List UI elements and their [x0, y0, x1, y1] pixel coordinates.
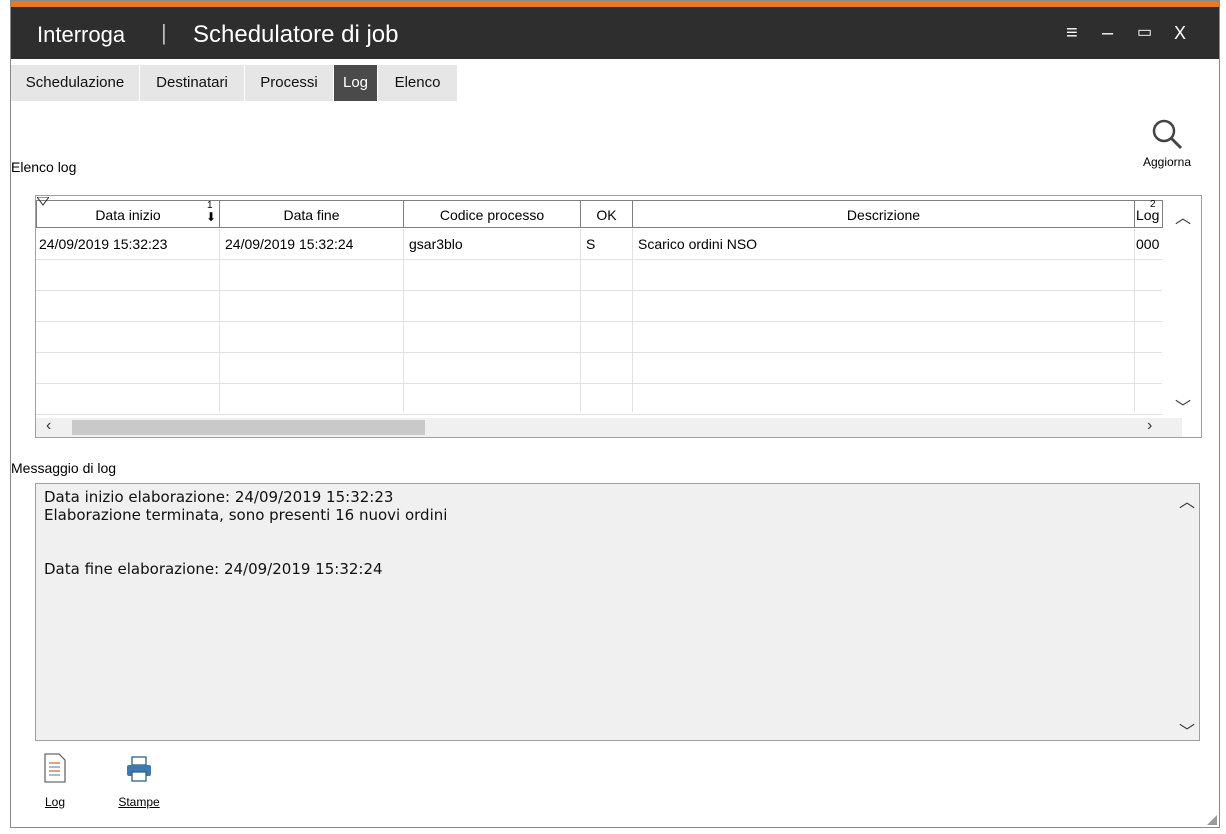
log-button[interactable]: Log — [35, 753, 75, 813]
column-header-codice-processo[interactable]: Codice processo — [403, 200, 581, 228]
sort-order-marker: 2 — [1150, 199, 1156, 210]
log-grid[interactable]: Data inizio 1 ⬇ Data fine Codice process… — [35, 195, 1202, 438]
filter-icon[interactable] — [37, 197, 49, 206]
stampe-button[interactable]: Stampe — [107, 753, 171, 813]
sort-arrow-icon: ⬇ — [206, 210, 217, 224]
column-header-log[interactable]: Log — [1134, 200, 1163, 228]
cell-data-fine: 24/09/2019 15:32:24 — [225, 236, 354, 252]
close-button[interactable]: X — [1174, 21, 1186, 45]
column-label: Data inizio — [95, 207, 161, 223]
maximize-button[interactable]: ▭ — [1137, 21, 1152, 45]
log-message-textarea[interactable]: Data inizio elaborazione: 24/09/2019 15:… — [35, 483, 1200, 741]
message-line: Data fine elaborazione: 24/09/2019 15:32… — [44, 560, 383, 578]
row-divider — [36, 414, 1162, 415]
resize-grip-icon[interactable] — [1207, 815, 1217, 825]
column-label: Codice processo — [439, 207, 545, 223]
table-row[interactable]: 24/09/2019 15:32:23 24/09/2019 15:32:24 … — [36, 229, 1163, 259]
column-label: Descrizione — [846, 207, 921, 223]
column-header-ok[interactable]: OK — [580, 200, 633, 228]
window-title: Schedulatore di job — [193, 21, 399, 48]
row-divider — [36, 290, 1162, 291]
scrollbar-thumb[interactable] — [72, 420, 425, 435]
scheduler-window: Interroga | Schedulatore di job ≡ – ▭ X … — [10, 0, 1220, 828]
scroll-up-icon[interactable]: ︿ — [1175, 204, 1191, 228]
cell-descrizione: Scarico ordini NSO — [638, 236, 758, 252]
row-divider — [36, 383, 1162, 384]
row-divider — [36, 321, 1162, 322]
tab-elenco[interactable]: Elenco — [378, 65, 457, 101]
scroll-down-icon[interactable]: ﹀ — [1179, 718, 1195, 742]
cell-ok: S — [586, 236, 596, 252]
refresh-button[interactable]: Aggiorna — [1127, 117, 1207, 177]
window-title-prefix: Interroga — [37, 22, 126, 47]
column-label: OK — [596, 207, 617, 223]
log-list-label: Elenco log — [11, 159, 77, 175]
title-bar: Interroga | Schedulatore di job ≡ – ▭ X — [11, 7, 1219, 59]
tab-schedulazione[interactable]: Schedulazione — [11, 65, 139, 101]
refresh-label: Aggiorna — [1142, 155, 1192, 169]
tab-log[interactable]: Log — [334, 65, 377, 101]
cell-codice-processo: gsar3blo — [409, 236, 463, 252]
scroll-down-icon[interactable]: ﹀ — [1175, 394, 1191, 418]
grid-vertical-scrollbar[interactable]: ︿ ﹀ — [1163, 196, 1200, 418]
document-icon — [44, 753, 66, 783]
cell-log: 000 — [1136, 236, 1160, 252]
search-icon — [1152, 119, 1183, 150]
grid-horizontal-scrollbar[interactable]: ‹ › — [36, 417, 1182, 437]
message-line: Data inizio elaborazione: 24/09/2019 15:… — [44, 488, 394, 506]
menu-icon[interactable]: ≡ — [1066, 21, 1078, 45]
stampe-button-label: Stampe — [118, 795, 160, 809]
message-line: Elaborazione terminata, sono presenti 16… — [44, 506, 448, 524]
scroll-up-icon[interactable]: ︿ — [1179, 488, 1195, 512]
column-header-descrizione[interactable]: Descrizione — [632, 200, 1135, 228]
row-divider — [36, 259, 1162, 260]
cell-data-inizio: 24/09/2019 15:32:23 — [39, 236, 168, 252]
log-button-label: Log — [44, 795, 66, 809]
column-header-data-fine[interactable]: Data fine — [219, 200, 404, 228]
minimize-button[interactable]: – — [1102, 21, 1113, 45]
message-label: Messaggio di log — [11, 460, 117, 476]
scroll-right-icon[interactable]: › — [1147, 417, 1152, 435]
scroll-left-icon[interactable]: ‹ — [46, 417, 51, 435]
title-separator: | — [161, 20, 167, 45]
tab-destinatari[interactable]: Destinatari — [140, 65, 244, 101]
printer-icon — [127, 756, 151, 782]
tab-processi[interactable]: Processi — [245, 65, 333, 101]
column-header-data-inizio[interactable]: Data inizio — [36, 200, 220, 228]
column-label: Data fine — [283, 207, 340, 223]
row-divider — [36, 352, 1162, 353]
